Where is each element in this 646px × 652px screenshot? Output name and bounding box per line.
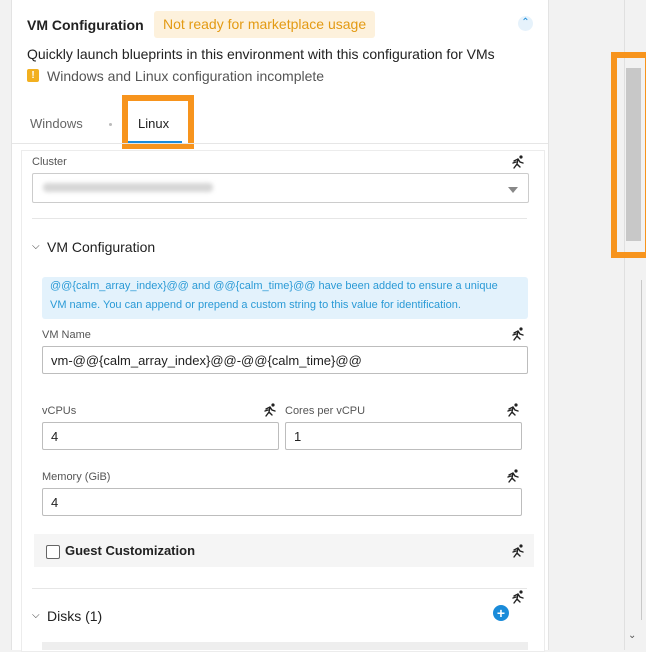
runtime-editable-icon[interactable] (506, 469, 520, 483)
chevron-down-icon[interactable]: ⌵ (32, 241, 40, 252)
disks-section-title[interactable]: Disks (1) (47, 608, 102, 624)
tab-windows[interactable]: Windows (30, 116, 83, 131)
linux-config-section (21, 150, 545, 652)
divider (32, 588, 527, 589)
divider (32, 218, 527, 219)
disk-row-partial (42, 642, 528, 650)
guest-customization-row[interactable]: Guest Customization (34, 534, 534, 567)
runtime-editable-icon[interactable] (506, 403, 520, 417)
vm-name-info-box: @@{calm_array_index}@@ and @@{calm_time}… (42, 277, 528, 319)
memory-label: Memory (GiB) (42, 471, 111, 483)
guest-customization-label: Guest Customization (65, 543, 196, 558)
cluster-value-blurred (43, 183, 213, 192)
add-disk-icon[interactable]: + (493, 605, 509, 621)
cores-per-vcpu-label: Cores per vCPU (285, 405, 366, 417)
tabs-divider (12, 143, 548, 144)
tab-linux-highlight (122, 95, 194, 149)
guest-customization-checkbox[interactable] (46, 545, 60, 559)
vcpus-label: vCPUs (42, 405, 77, 417)
cores-per-vcpu-input[interactable]: 1 (285, 422, 522, 450)
vcpus-input[interactable]: 4 (42, 422, 279, 450)
info-line-1: @@{calm_array_index}@@ and @@{calm_time}… (50, 280, 498, 292)
caret-down-icon (508, 187, 518, 193)
runtime-editable-icon[interactable] (511, 155, 525, 169)
cluster-select[interactable] (32, 173, 529, 203)
status-badge: Not ready for marketplace usage (154, 11, 376, 38)
runtime-editable-icon[interactable] (511, 544, 525, 558)
vm-configuration-panel: VM Configuration Not ready for marketpla… (11, 0, 549, 652)
info-line-2: VM name. You can append or prepend a cus… (50, 299, 461, 311)
scrollbar-highlight (611, 52, 646, 258)
vm-name-label: VM Name (42, 329, 91, 341)
scroll-down-icon[interactable]: ⌄ (628, 630, 636, 641)
panel-description: Quickly launch blueprints in this enviro… (27, 46, 495, 62)
tab-separator-dot (109, 123, 112, 126)
vm-config-section-title[interactable]: VM Configuration (47, 239, 155, 255)
memory-input[interactable]: 4 (42, 488, 522, 516)
runtime-editable-icon[interactable] (511, 590, 525, 604)
cluster-label: Cluster (32, 156, 67, 168)
runtime-editable-icon[interactable] (263, 403, 277, 417)
scrollbar-rail (641, 280, 642, 620)
warning-icon: ! (27, 69, 39, 82)
chevron-up-icon[interactable]: ⌃ (518, 16, 533, 31)
chevron-down-icon[interactable]: ⌵ (32, 610, 40, 621)
vm-name-input[interactable]: vm-@@{calm_array_index}@@-@@{calm_time}@… (42, 346, 528, 374)
warning-text: Windows and Linux configuration incomple… (47, 68, 325, 84)
panel-title: VM Configuration (27, 17, 144, 33)
runtime-editable-icon[interactable] (511, 327, 525, 341)
